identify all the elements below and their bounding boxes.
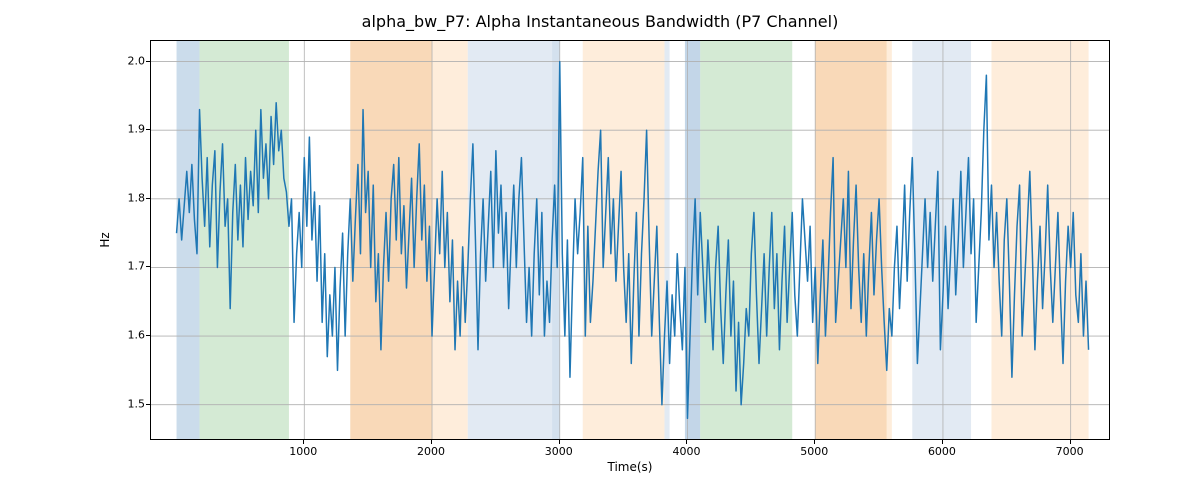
y-tick-mark: [146, 198, 150, 199]
y-axis-label: Hz: [98, 232, 112, 247]
band: [200, 41, 289, 439]
y-tick-label: 1.6: [128, 329, 146, 342]
y-tick-mark: [146, 266, 150, 267]
x-tick-mark: [303, 440, 304, 444]
chart-title: alpha_bw_P7: Alpha Instantaneous Bandwid…: [0, 12, 1200, 31]
x-tick-mark: [942, 440, 943, 444]
band: [664, 41, 669, 439]
y-tick-mark: [146, 335, 150, 336]
band: [468, 41, 552, 439]
x-tick-label: 6000: [928, 445, 956, 458]
x-tick-label: 4000: [672, 445, 700, 458]
x-tick-mark: [431, 440, 432, 444]
y-tick-label: 2.0: [128, 54, 146, 67]
x-tick-label: 2000: [417, 445, 445, 458]
y-tick-label: 1.5: [128, 397, 146, 410]
y-tick-label: 1.7: [128, 260, 146, 273]
x-tick-mark: [559, 440, 560, 444]
x-tick-label: 5000: [800, 445, 828, 458]
y-tick-mark: [146, 129, 150, 130]
y-tick-mark: [146, 61, 150, 62]
x-tick-label: 1000: [289, 445, 317, 458]
x-tick-mark: [686, 440, 687, 444]
band: [700, 41, 792, 439]
x-tick-mark: [814, 440, 815, 444]
band: [432, 41, 468, 439]
y-tick-mark: [146, 404, 150, 405]
x-axis-label: Time(s): [608, 460, 653, 474]
y-tick-label: 1.8: [128, 191, 146, 204]
band: [887, 41, 892, 439]
y-tick-label: 1.9: [128, 123, 146, 136]
plot-area: [150, 40, 1110, 440]
x-tick-label: 3000: [545, 445, 573, 458]
x-tick-label: 7000: [1056, 445, 1084, 458]
band: [350, 41, 432, 439]
x-tick-mark: [1070, 440, 1071, 444]
plot-svg: [151, 41, 1109, 439]
figure: alpha_bw_P7: Alpha Instantaneous Bandwid…: [0, 0, 1200, 500]
